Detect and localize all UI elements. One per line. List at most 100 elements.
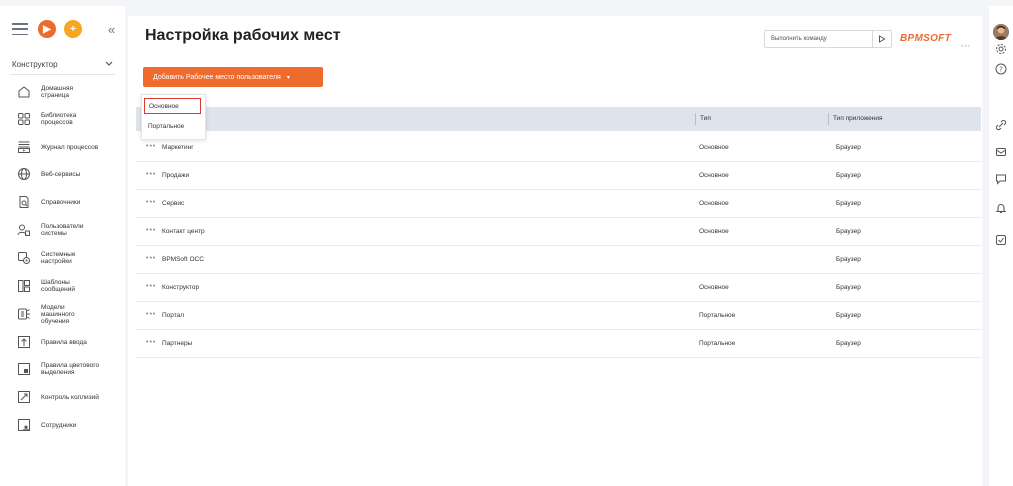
sidebar-item-label: Библиотека процессов — [41, 112, 77, 126]
workspace-select[interactable]: Конструктор — [10, 54, 115, 75]
row-menu-icon[interactable]: ••• — [146, 255, 156, 262]
row-name: Контакт центр — [162, 228, 205, 235]
command-input[interactable]: Выполнить команду — [764, 30, 892, 48]
lookup-icon — [17, 195, 31, 209]
row-type: Портальное — [699, 340, 736, 347]
sidebar-item-process-library[interactable]: Библиотека процессов — [0, 107, 125, 131]
row-menu-icon[interactable]: ••• — [146, 311, 156, 318]
dropdown-item-portal[interactable]: Портальное — [144, 118, 201, 134]
table-header: Тип Тип приложения — [136, 107, 981, 131]
sidebar-top: ▶ + « — [0, 6, 125, 42]
row-menu-icon[interactable]: ••• — [146, 227, 156, 234]
sidebar-item-label: Веб-сервисы — [41, 170, 81, 178]
sidebar-item-system-settings[interactable]: Системные настройки — [0, 246, 125, 270]
sidebar-item-label: Сотрудники — [41, 421, 77, 429]
home-icon — [17, 85, 31, 99]
row-name: BPMSoft ОСС — [162, 256, 204, 263]
sidebar-item-collision-control[interactable]: Контроль коллизий — [0, 385, 125, 409]
row-menu-icon[interactable]: ••• — [146, 199, 156, 206]
row-name: Сервис — [162, 200, 185, 207]
sidebar-item-label: Шаблоны сообщений — [41, 279, 76, 293]
dropdown-item-main[interactable]: Основное — [144, 98, 201, 114]
svg-text:?: ? — [999, 66, 1003, 74]
sidebar-item-label: Домашняя страница — [41, 85, 74, 99]
column-divider — [828, 113, 829, 125]
add-icon[interactable]: + — [64, 20, 82, 38]
sidebar-item-label: Пользователи системы — [41, 223, 84, 237]
table-row[interactable]: ••• BPMSoft ОСС Браузер — [136, 245, 981, 274]
collapse-icon[interactable]: « — [108, 22, 115, 37]
sidebar-item-label: Справочники — [41, 198, 81, 206]
row-type: Основное — [699, 144, 729, 151]
help-icon[interactable]: ? — [994, 62, 1008, 76]
row-app-type: Браузер — [836, 284, 861, 291]
sidebar-item-web-services[interactable]: Веб-сервисы — [0, 162, 125, 186]
main-panel: Настройка рабочих мест Выполнить команду… — [128, 16, 982, 486]
row-app-type: Браузер — [836, 256, 861, 263]
row-name: Партнеры — [162, 340, 193, 347]
right-toolbar: ? — [989, 6, 1013, 486]
row-menu-icon[interactable]: ••• — [146, 339, 156, 346]
workspace-select-value: Конструктор — [12, 59, 58, 69]
process-log-icon — [17, 140, 31, 154]
table-row[interactable]: ••• Контакт центр Основное Браузер — [136, 217, 981, 246]
sidebar-item-label: Системные настройки — [41, 251, 76, 265]
command-input-placeholder: Выполнить команду — [771, 36, 827, 42]
table-row[interactable]: ••• Сервис Основное Браузер — [136, 189, 981, 218]
table-row[interactable]: ••• Продажи Основное Браузер — [136, 161, 981, 190]
row-type: Портальное — [699, 312, 736, 319]
sidebar-item-label: Правила цветового выделения — [41, 362, 100, 376]
mail-icon[interactable] — [994, 145, 1008, 159]
menu-icon[interactable] — [12, 23, 28, 35]
sidebar-item-label: Контроль коллизий — [41, 393, 99, 401]
row-app-type: Браузер — [836, 200, 861, 207]
bell-icon[interactable] — [994, 201, 1008, 215]
sidebar-item-system-users[interactable]: Пользователи системы — [0, 218, 125, 242]
checkbox-icon[interactable] — [994, 233, 1008, 247]
sidebar-item-home[interactable]: Домашняя страница — [0, 80, 125, 104]
column-header-app-type[interactable]: Тип приложения — [833, 115, 883, 122]
sidebar-item-input-rules[interactable]: Правила ввода — [0, 330, 125, 354]
ml-icon — [17, 307, 31, 321]
sidebar-item-process-log[interactable]: Журнал процессов — [0, 135, 125, 159]
table-row[interactable]: ••• Портал Портальное Браузер — [136, 301, 981, 330]
table-row[interactable]: ••• Конструктор Основное Браузер — [136, 273, 981, 302]
row-name: Маркетинг — [162, 144, 194, 151]
column-divider — [695, 113, 696, 125]
users-icon — [17, 223, 31, 237]
row-menu-icon[interactable]: ••• — [146, 171, 156, 178]
page-title: Настройка рабочих мест — [145, 27, 341, 44]
sidebar-item-message-templates[interactable]: Шаблоны сообщений — [0, 274, 125, 298]
caret-down-icon: ▾ — [286, 74, 290, 81]
row-name: Конструктор — [162, 284, 200, 291]
run-command-icon[interactable] — [872, 31, 891, 47]
add-workplace-button[interactable]: Добавить Рабочее место пользователя ▾ — [143, 67, 323, 87]
process-library-icon — [17, 112, 31, 126]
avatar[interactable] — [993, 24, 1009, 40]
link-icon[interactable] — [994, 118, 1008, 132]
row-menu-icon[interactable]: ••• — [146, 283, 156, 290]
employees-icon — [17, 418, 31, 432]
sidebar-item-color-rules[interactable]: Правила цветового выделения — [0, 357, 125, 381]
sidebar-item-ml-models[interactable]: Модели машинного обучения — [0, 302, 125, 326]
chat-icon[interactable] — [994, 172, 1008, 186]
column-header-type[interactable]: Тип — [700, 115, 711, 122]
top-strip — [0, 0, 1013, 6]
table-row[interactable]: ••• Маркетинг Основное Браузер — [136, 133, 981, 162]
workplace-type-dropdown: Основное Портальное — [141, 94, 206, 140]
row-app-type: Браузер — [836, 312, 861, 319]
globe-icon — [17, 167, 31, 181]
row-menu-icon[interactable]: ••• — [146, 143, 156, 150]
row-app-type: Браузер — [836, 340, 861, 347]
table-row[interactable]: ••• Партнеры Портальное Браузер — [136, 329, 981, 358]
sidebar-item-lookups[interactable]: Справочники — [0, 190, 125, 214]
row-type: Основное — [699, 228, 729, 235]
settings-icon — [17, 251, 31, 265]
logo-version: 6.3.1 — [961, 43, 970, 48]
row-type: Основное — [699, 284, 729, 291]
gear-icon[interactable] — [994, 42, 1008, 56]
templates-icon — [17, 279, 31, 293]
run-process-icon[interactable]: ▶ — [38, 20, 56, 38]
sidebar-item-employees[interactable]: Сотрудники — [0, 413, 125, 437]
sidebar-item-label: Модели машинного обучения — [41, 303, 75, 325]
